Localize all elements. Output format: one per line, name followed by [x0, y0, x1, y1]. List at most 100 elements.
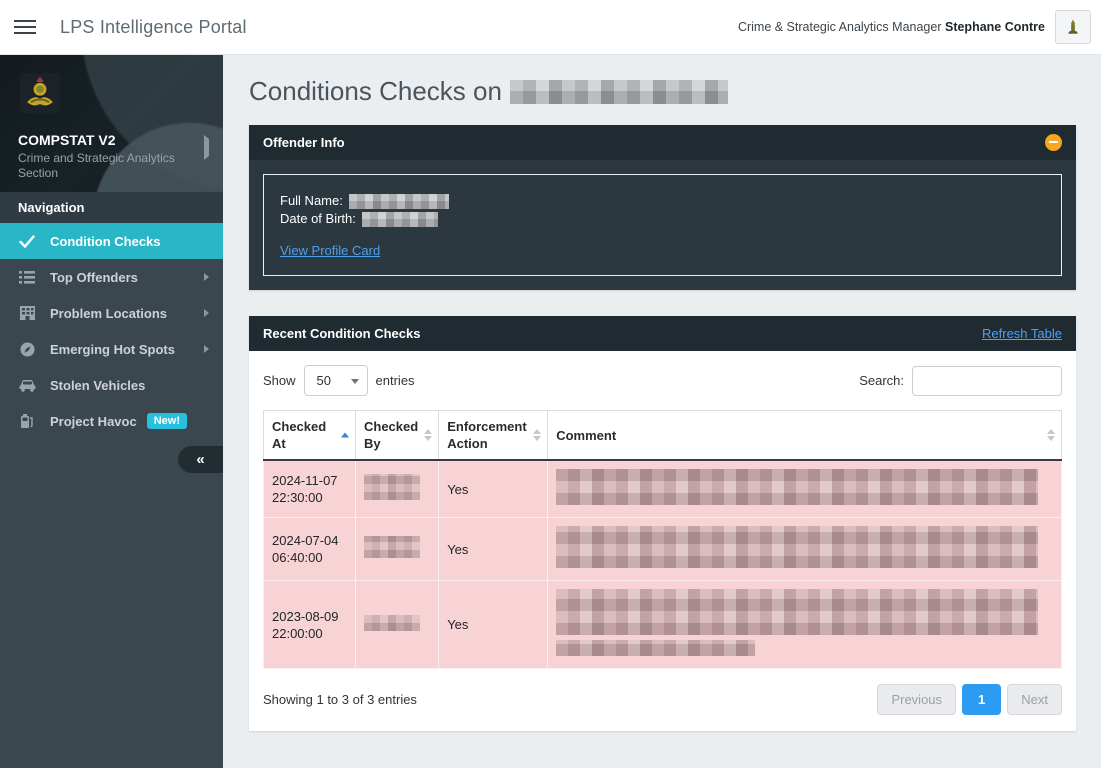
cell-checked-by [356, 581, 439, 669]
car-icon [18, 377, 36, 393]
sidebar-item-label: Emerging Hot Spots [50, 342, 175, 357]
role-prefix: Crime & Strategic Analytics Manager [738, 20, 942, 34]
entries-summary: Showing 1 to 3 of 3 entries [263, 692, 417, 707]
table-header-row: Checked At Checked By Enforcement Action [264, 411, 1062, 461]
redacted-full-name [349, 194, 449, 209]
brand-chevron-icon[interactable] [204, 139, 209, 157]
page-size-value: 50 [317, 373, 331, 388]
chevron-right-icon [204, 273, 209, 281]
cell-enforcement: Yes [439, 518, 548, 581]
building-icon [18, 305, 36, 321]
chevron-right-icon [204, 345, 209, 353]
page-title-text: Conditions Checks on [249, 76, 502, 107]
app-window: LPS Intelligence Portal Crime & Strategi… [0, 0, 1101, 768]
entries-label: entries [376, 373, 415, 388]
recent-checks-panel: Recent Condition Checks Refresh Table Sh… [249, 316, 1076, 731]
cell-comment [548, 581, 1062, 669]
sidebar-item-label: Problem Locations [50, 306, 167, 321]
user-role-text: Crime & Strategic Analytics Manager Step… [738, 20, 1045, 34]
cell-checked-at: 2024-11-07 22:30:00 [264, 460, 356, 518]
sort-icon [533, 429, 541, 441]
cell-checked-at: 2024-07-04 06:40:00 [264, 518, 356, 581]
redacted-comment [556, 526, 1038, 568]
sidebar-item-project-havoc[interactable]: Project Havoc New! [0, 403, 223, 439]
full-name-row: Full Name: [280, 192, 1045, 210]
cell-enforcement: Yes [439, 460, 548, 518]
sidebar-brand[interactable]: COMPSTAT V2 Crime and Strategic Analytic… [0, 55, 223, 192]
cell-checked-by [356, 518, 439, 581]
col-header-checked-at[interactable]: Checked At [264, 411, 356, 461]
offender-panel-body: Full Name: Date of Birth: View Profile C… [249, 160, 1076, 290]
redacted-checked-by [364, 474, 420, 500]
offender-info-panel: Offender Info Full Name: Date of Birth: … [249, 125, 1076, 290]
nav-section-header: Navigation [0, 192, 223, 223]
user-name: Stephane Contre [945, 20, 1045, 34]
brand-subtitle: Crime and Strategic Analytics Section [18, 151, 178, 181]
redacted-checked-by [364, 615, 420, 631]
cell-comment [548, 460, 1062, 518]
table-row: 2024-11-07 22:30:00 Yes [264, 460, 1062, 518]
sidebar-item-condition-checks[interactable]: Condition Checks [0, 223, 223, 259]
offender-details-box: Full Name: Date of Birth: View Profile C… [263, 174, 1062, 276]
table-row: 2024-07-04 06:40:00 Yes [264, 518, 1062, 581]
redacted-comment [556, 589, 1038, 635]
main-content: Conditions Checks on Offender Info Full … [223, 55, 1101, 768]
sort-icon [1047, 429, 1055, 441]
col-header-comment[interactable]: Comment [548, 411, 1062, 461]
recent-checks-title: Recent Condition Checks [263, 326, 420, 341]
show-label: Show [263, 373, 296, 388]
app-title: LPS Intelligence Portal [60, 17, 247, 38]
search-input[interactable] [912, 366, 1062, 396]
collapse-panel-button[interactable] [1045, 134, 1062, 151]
avatar[interactable] [1055, 10, 1091, 44]
sidebar-item-label: Condition Checks [50, 234, 161, 249]
table-controls: Show 50 entries Search: [263, 365, 1062, 396]
next-page-button: Next [1007, 684, 1062, 715]
redacted-checked-by [364, 536, 420, 558]
minus-icon [1049, 141, 1058, 143]
new-badge: New! [147, 413, 187, 429]
refresh-table-link[interactable]: Refresh Table [982, 326, 1062, 341]
cell-comment [548, 518, 1062, 581]
dob-label: Date of Birth: [280, 210, 356, 228]
view-profile-card-link[interactable]: View Profile Card [280, 243, 380, 258]
sidebar-item-top-offenders[interactable]: Top Offenders [0, 259, 223, 295]
sidebar-item-label: Stolen Vehicles [50, 378, 145, 393]
col-header-enforcement-action[interactable]: Enforcement Action [439, 411, 548, 461]
condition-checks-table: Checked At Checked By Enforcement Action [263, 410, 1062, 669]
page-size-select[interactable]: 50 [304, 365, 368, 396]
redacted-dob [362, 212, 438, 227]
full-name-label: Full Name: [280, 192, 343, 210]
sort-icon [424, 429, 432, 441]
sidebar-collapse-button[interactable]: « [178, 446, 223, 473]
col-header-checked-by[interactable]: Checked By [356, 411, 439, 461]
check-icon [18, 233, 36, 249]
gas-pump-icon [18, 413, 36, 429]
sidebar-item-problem-locations[interactable]: Problem Locations [0, 295, 223, 331]
sidebar-item-label: Top Offenders [50, 270, 138, 285]
sort-icon [341, 433, 349, 438]
compstat-crest-icon [18, 71, 62, 115]
sidebar-item-stolen-vehicles[interactable]: Stolen Vehicles [0, 367, 223, 403]
sidebar-item-label: Project Havoc [50, 414, 137, 429]
pagination: Previous 1 Next [877, 684, 1062, 715]
top-header: LPS Intelligence Portal Crime & Strategi… [0, 0, 1101, 55]
hamburger-menu-icon[interactable] [14, 13, 42, 41]
offender-panel-title: Offender Info [263, 135, 345, 150]
cell-enforcement: Yes [439, 581, 548, 669]
brand-title: COMPSTAT V2 [18, 132, 209, 148]
sidebar-item-emerging-hot-spots[interactable]: Emerging Hot Spots [0, 331, 223, 367]
list-icon [18, 269, 36, 285]
recent-checks-body: Show 50 entries Search: [249, 351, 1076, 731]
redacted-subject-name [510, 80, 728, 104]
chevron-down-icon [351, 379, 359, 384]
page-1-button[interactable]: 1 [962, 684, 1001, 715]
cell-checked-at: 2023-08-09 22:00:00 [264, 581, 356, 669]
page-title: Conditions Checks on [249, 76, 1076, 107]
crest-icon [1064, 18, 1082, 36]
offender-panel-header: Offender Info [249, 125, 1076, 160]
sidebar: COMPSTAT V2 Crime and Strategic Analytic… [0, 55, 223, 768]
cell-checked-by [356, 460, 439, 518]
recent-checks-header: Recent Condition Checks Refresh Table [249, 316, 1076, 351]
table-footer: Showing 1 to 3 of 3 entries Previous 1 N… [263, 684, 1062, 715]
